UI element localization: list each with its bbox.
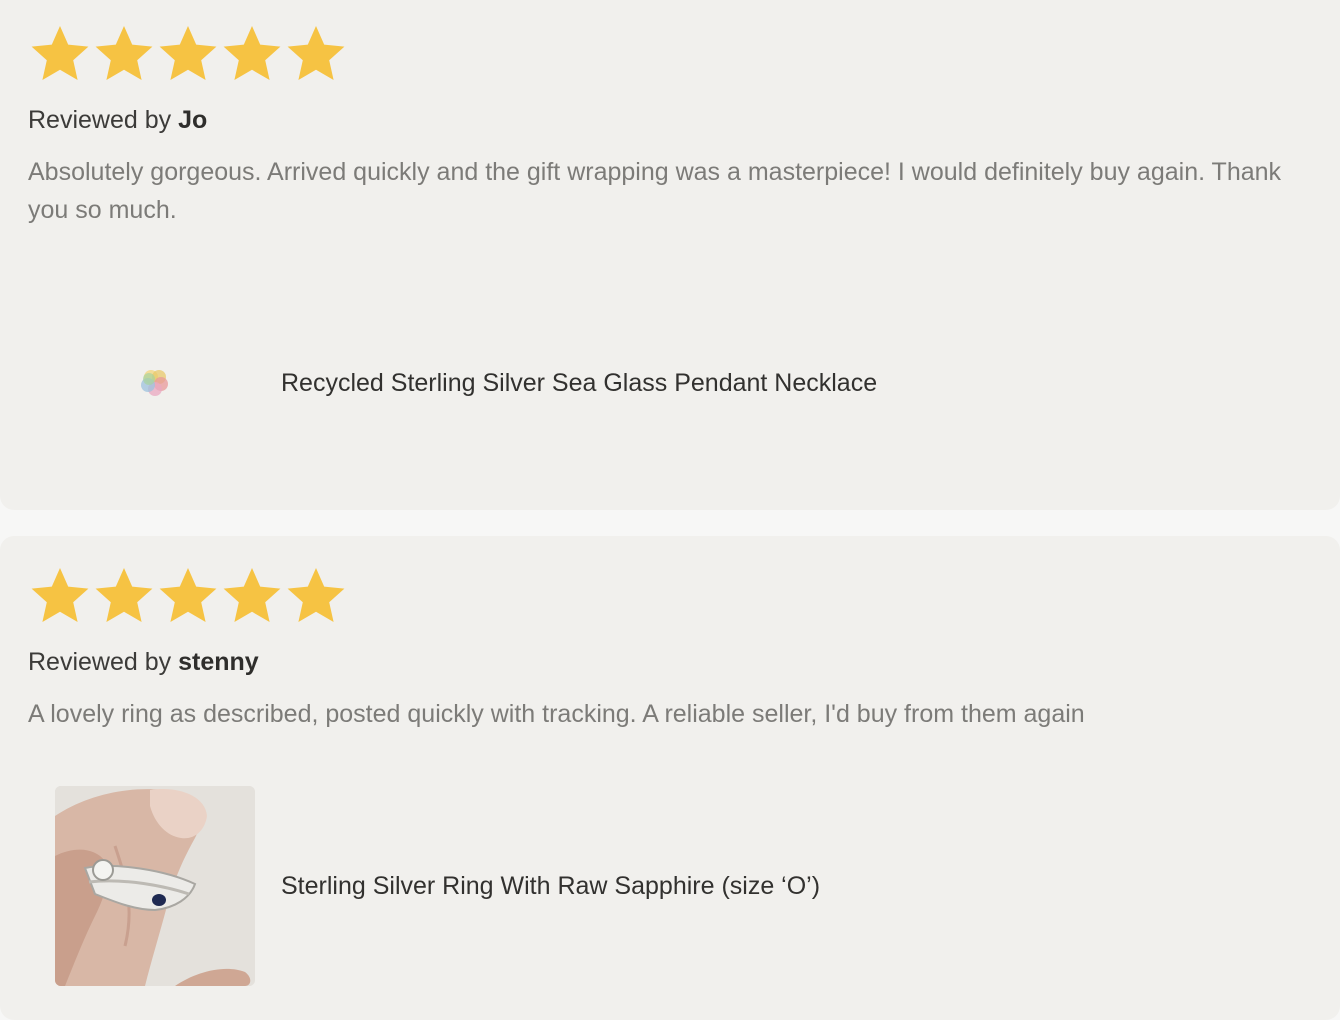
product-title[interactable]: Sterling Silver Ring With Raw Sapphire (… [281, 872, 820, 901]
reviewer-line: Reviewed by stenny [28, 648, 259, 677]
product-title[interactable]: Recycled Sterling Silver Sea Glass Penda… [281, 369, 877, 398]
star-icon [92, 564, 156, 628]
star-icon [156, 564, 220, 628]
review-card: Reviewed by Jo Absolutely gorgeous. Arri… [0, 0, 1340, 510]
star-icon [284, 22, 348, 86]
reviewer-name: Jo [178, 106, 208, 134]
reviewed-product[interactable]: Recycled Sterling Silver Sea Glass Penda… [55, 283, 877, 483]
reviewer-name: stenny [178, 648, 259, 676]
reviewer-line: Reviewed by Jo [28, 106, 207, 135]
star-icon [28, 564, 92, 628]
star-icon [156, 22, 220, 86]
review-card: Reviewed by stenny A lovely ring as desc… [0, 536, 1340, 1020]
ring-photo [55, 786, 255, 986]
loading-spinner-icon [141, 370, 168, 396]
product-thumbnail[interactable] [55, 786, 255, 986]
star-icon [92, 22, 156, 86]
product-thumbnail[interactable] [55, 283, 255, 483]
star-icon [220, 564, 284, 628]
reviewed-by-label: Reviewed by [28, 106, 172, 134]
star-rating [28, 564, 348, 628]
star-icon [220, 22, 284, 86]
reviewed-product[interactable]: Sterling Silver Ring With Raw Sapphire (… [55, 786, 820, 986]
review-text: Absolutely gorgeous. Arrived quickly and… [28, 158, 1282, 224]
reviewed-by-label: Reviewed by [28, 648, 172, 676]
star-rating [28, 22, 348, 86]
star-icon [28, 22, 92, 86]
review-text: A lovely ring as described, posted quick… [28, 700, 1085, 728]
star-icon [284, 564, 348, 628]
